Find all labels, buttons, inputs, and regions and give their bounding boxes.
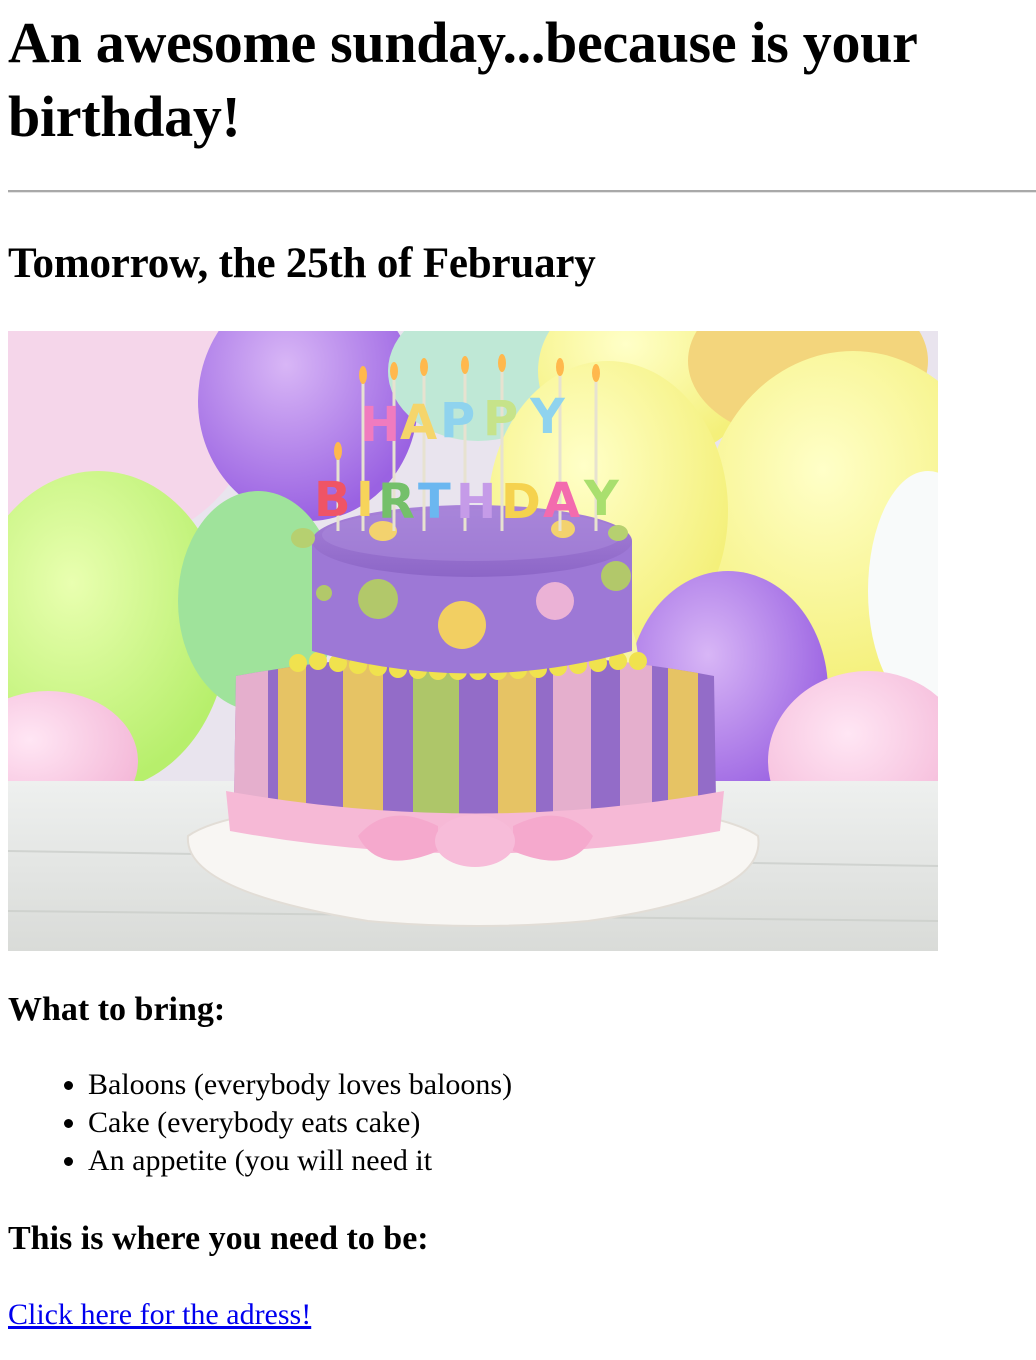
- date-heading: Tomorrow, the 25th of February: [8, 240, 596, 287]
- svg-text:D: D: [501, 474, 541, 530]
- where-heading: This is where you need to be:: [8, 1220, 429, 1257]
- svg-text:T: T: [418, 474, 451, 530]
- svg-text:Y: Y: [583, 471, 620, 527]
- svg-text:I: I: [356, 472, 374, 528]
- svg-text:B: B: [314, 472, 351, 528]
- svg-text:P: P: [440, 393, 475, 449]
- list-item: Baloons (everybody loves baloons): [88, 1066, 512, 1104]
- svg-text:H: H: [456, 474, 496, 530]
- svg-text:H: H: [360, 397, 400, 453]
- page-title: An awesome sunday...because is your birt…: [8, 10, 917, 149]
- list-item: An appetite (you will need it: [88, 1142, 512, 1180]
- address-link[interactable]: Click here for the adress!: [8, 1296, 311, 1334]
- svg-text:Y: Y: [529, 389, 566, 445]
- svg-text:A: A: [400, 395, 437, 451]
- bring-heading: What to bring:: [8, 991, 226, 1028]
- svg-text:A: A: [543, 473, 580, 529]
- svg-text:P: P: [483, 391, 518, 447]
- divider: [8, 190, 1036, 193]
- birthday-cake-image: H A P P Y B I R T H D A Y: [8, 331, 938, 951]
- svg-text:R: R: [378, 474, 415, 530]
- bring-list: Baloons (everybody loves baloons) Cake (…: [8, 1066, 512, 1180]
- list-item: Cake (everybody eats cake): [88, 1104, 512, 1142]
